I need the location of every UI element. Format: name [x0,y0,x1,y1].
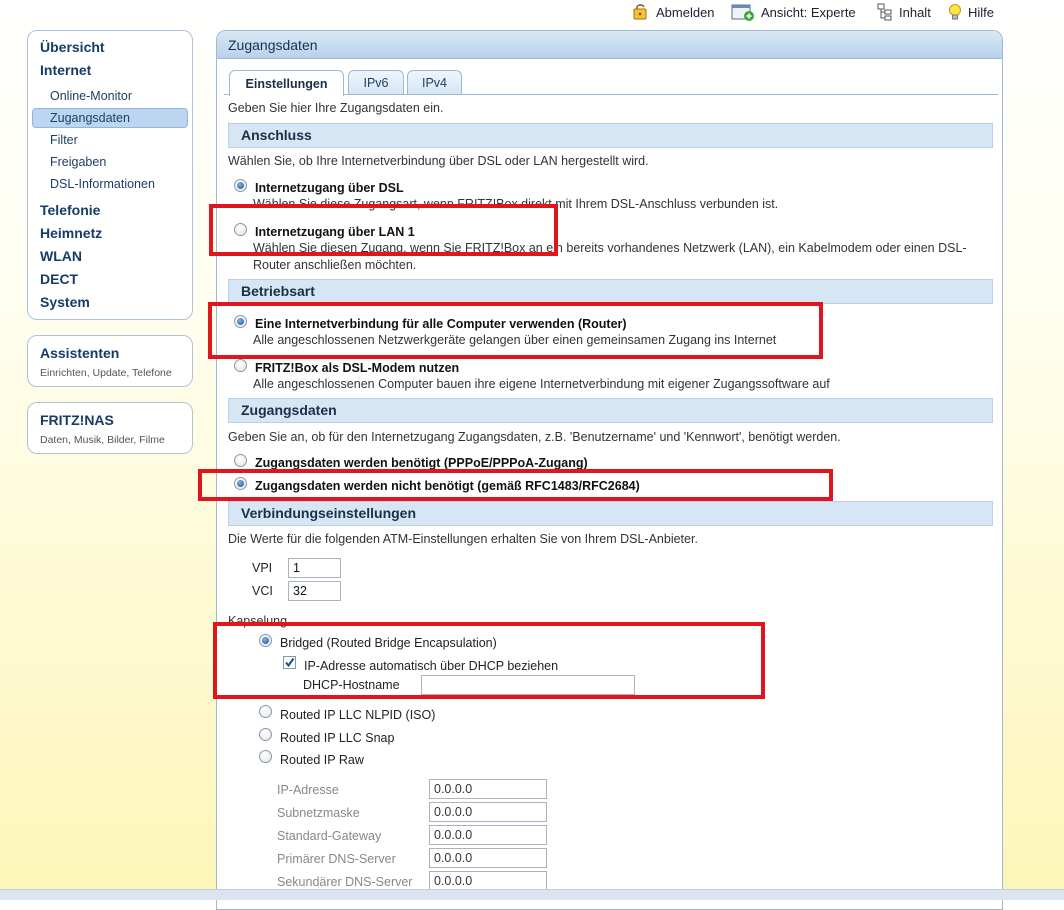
main-navigation: Übersicht Internet Online-Monitor Zugang… [27,30,193,320]
radio-ip-raw[interactable] [259,750,272,763]
view-mode-link[interactable]: Ansicht: Experte [731,3,856,21]
assistants-box[interactable]: Assistenten Einrichten, Update, Telefone [27,335,193,387]
section-title: Betriebsart [241,283,315,299]
nav-item-heimnetz[interactable]: Heimnetz [40,225,102,241]
vpi-input[interactable] [288,558,341,578]
gateway-input[interactable] [429,825,547,845]
nav-item-telefonie[interactable]: Telefonie [40,202,100,218]
nav-sub-online-monitor[interactable]: Online-Monitor [50,89,132,103]
nav-item-wlan[interactable]: WLAN [40,248,82,264]
section-verbindungseinstellungen: Verbindungseinstellungen [228,501,993,526]
panel-header: Zugangsdaten [217,31,1002,59]
logout-link[interactable]: Abmelden [632,3,715,21]
dsl-option-label: Internetzugang über DSL [255,181,404,195]
ip-raw-label: Routed IP Raw [280,753,364,767]
fritznas-subtitle: Daten, Musik, Bilder, Filme [40,434,165,446]
radio-dsl[interactable] [234,179,247,192]
annotation-box-lan [209,204,558,256]
nlpid-label: Routed IP LLC NLPID (ISO) [280,708,436,722]
section-betriebsart: Betriebsart [228,279,993,304]
view-mode-label: Ansicht: Experte [761,4,856,20]
annotation-box-bridged [213,622,765,699]
anschluss-hint: Wählen Sie, ob Ihre Internetverbindung ü… [228,154,649,168]
nav-item-system[interactable]: System [40,294,90,310]
secondary-dns-input[interactable] [429,871,547,891]
zugangsdaten-hint: Geben Sie an, ob für den Internetzugang … [228,430,841,444]
nav-item-dect[interactable]: DECT [40,271,78,287]
help-label: Hilfe [968,4,995,20]
nav-sub-freigaben[interactable]: Freigaben [50,155,106,169]
ip-address-input[interactable] [429,779,547,799]
radio-llc-snap[interactable] [259,728,272,741]
vci-input[interactable] [288,581,341,601]
sitemap-icon [877,3,893,21]
section-title: Verbindungseinstellungen [241,505,417,521]
expert-view-icon [731,3,755,21]
gateway-label: Standard-Gateway [277,829,382,843]
section-zugangsdaten: Zugangsdaten [228,398,993,423]
nav-sub-zugangsdaten[interactable]: Zugangsdaten [50,111,130,125]
annotation-box-no-credentials [198,469,833,501]
verbindung-hint: Die Werte für die folgenden ATM-Einstell… [228,532,698,546]
vpi-label: VPI [252,561,273,575]
tab-einstellungen[interactable]: Einstellungen [229,70,344,96]
logout-label: Abmelden [656,4,715,20]
ip-address-label: IP-Adresse [277,783,339,797]
nav-sub-filter[interactable]: Filter [50,133,78,147]
contents-link[interactable]: Inhalt [877,3,931,21]
nav-item-overview[interactable]: Übersicht [40,39,105,55]
status-bar [0,889,1064,900]
nav-item-internet[interactable]: Internet [40,62,91,78]
assistants-title: Assistenten [40,345,120,361]
radio-modem[interactable] [234,359,247,372]
intro-text: Geben Sie hier Ihre Zugangsdaten ein. [228,101,444,115]
help-link[interactable]: Hilfe [948,3,994,21]
secondary-dns-label: Sekundärer DNS-Server [277,875,413,889]
vci-label: VCI [252,584,273,598]
fritznas-box[interactable]: FRITZ!NAS Daten, Musik, Bilder, Filme [27,402,193,454]
assistants-subtitle: Einrichten, Update, Telefone [40,367,172,379]
fritznas-title: FRITZ!NAS [40,412,114,428]
primary-dns-label: Primärer DNS-Server [277,852,396,866]
annotation-box-router [208,302,823,359]
radio-credentials-needed[interactable] [234,454,247,467]
section-anschluss: Anschluss [228,123,993,148]
subnet-mask-label: Subnetzmaske [277,806,360,820]
page-title: Zugangsdaten [228,37,318,53]
credentials-needed-label: Zugangsdaten werden benötigt (PPPoE/PPPo… [255,456,588,470]
logout-icon [632,3,650,21]
lightbulb-icon [948,3,962,21]
tab-ipv4[interactable]: IPv4 [407,70,462,95]
contents-label: Inhalt [899,4,931,20]
modem-option-label: FRITZ!Box als DSL-Modem nutzen [255,361,460,375]
modem-option-desc: Alle angeschlossenen Computer bauen ihre… [253,377,830,391]
llc-snap-label: Routed IP LLC Snap [280,731,395,745]
section-title: Zugangsdaten [241,402,337,418]
nav-sub-dsl-informationen[interactable]: DSL-Informationen [50,177,155,191]
tab-ipv6[interactable]: IPv6 [348,70,404,95]
radio-nlpid[interactable] [259,705,272,718]
section-title: Anschluss [241,127,312,143]
primary-dns-input[interactable] [429,848,547,868]
subnet-mask-input[interactable] [429,802,547,822]
